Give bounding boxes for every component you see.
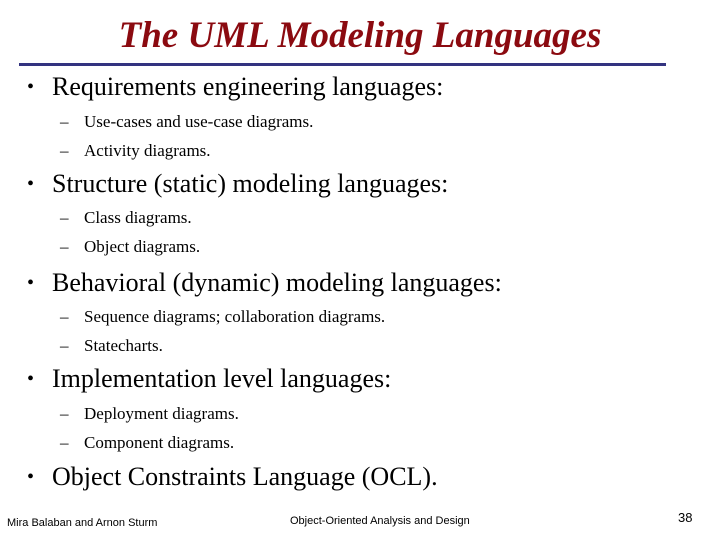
- sub-item: – Activity diagrams.: [60, 141, 211, 161]
- sub-text: Component diagrams.: [84, 433, 235, 452]
- bullet-item: • Implementation level languages:: [27, 364, 391, 394]
- sub-item: – Sequence diagrams; collaboration diagra…: [60, 307, 385, 327]
- sub-item: – Object diagrams.: [60, 237, 200, 257]
- sub-text: Class diagrams.: [84, 208, 192, 227]
- sub-text: Use-cases and use-case diagrams.: [84, 112, 314, 131]
- title-underline: [19, 63, 666, 66]
- sub-item: – Deployment diagrams.: [60, 404, 239, 424]
- dash-icon: –: [60, 307, 69, 326]
- sub-item: – Use-cases and use-case diagrams.: [60, 112, 313, 132]
- dash-icon: –: [60, 141, 69, 160]
- dash-icon: –: [60, 112, 69, 131]
- bullet-text: Behavioral (dynamic) modeling languages:: [52, 268, 502, 297]
- bullet-icon: •: [27, 368, 35, 390]
- sub-text: Activity diagrams.: [84, 141, 211, 160]
- sub-text: Deployment diagrams.: [84, 404, 239, 423]
- dash-icon: –: [60, 404, 69, 423]
- slide-title: The UML Modeling Languages: [118, 15, 602, 56]
- bullet-item: • Requirements engineering languages:: [27, 72, 443, 102]
- bullet-item: • Structure (static) modeling languages:: [27, 169, 448, 199]
- dash-icon: –: [60, 433, 69, 452]
- bullet-icon: •: [27, 272, 35, 294]
- sub-text: Sequence diagrams; collaboration diagram…: [84, 307, 386, 326]
- bullet-icon: •: [27, 76, 35, 98]
- bullet-item: • Object Constraints Language (OCL).: [27, 462, 438, 492]
- bullet-icon: •: [27, 466, 35, 488]
- bullet-icon: •: [27, 173, 35, 195]
- dash-icon: –: [60, 336, 69, 355]
- dash-icon: –: [60, 237, 69, 256]
- sub-text: Object diagrams.: [84, 237, 201, 256]
- bullet-item: • Behavioral (dynamic) modeling languages…: [27, 268, 502, 298]
- bullet-text: Structure (static) modeling languages:: [52, 169, 449, 198]
- bullet-text: Object Constraints Language (OCL).: [52, 462, 438, 491]
- sub-item: – Statecharts.: [60, 336, 163, 356]
- bullet-text: Requirements engineering languages:: [52, 72, 444, 101]
- dash-icon: –: [60, 208, 69, 227]
- footer-course: Object-Oriented Analysis and Design: [290, 515, 470, 527]
- bullet-text: Implementation level languages:: [52, 364, 392, 393]
- page-number: 38: [678, 510, 693, 525]
- footer-authors: Mira Balaban and Arnon Sturm: [7, 517, 158, 529]
- sub-text: Statecharts.: [84, 336, 163, 355]
- sub-item: – Component diagrams.: [60, 433, 234, 453]
- sub-item: – Class diagrams.: [60, 208, 192, 228]
